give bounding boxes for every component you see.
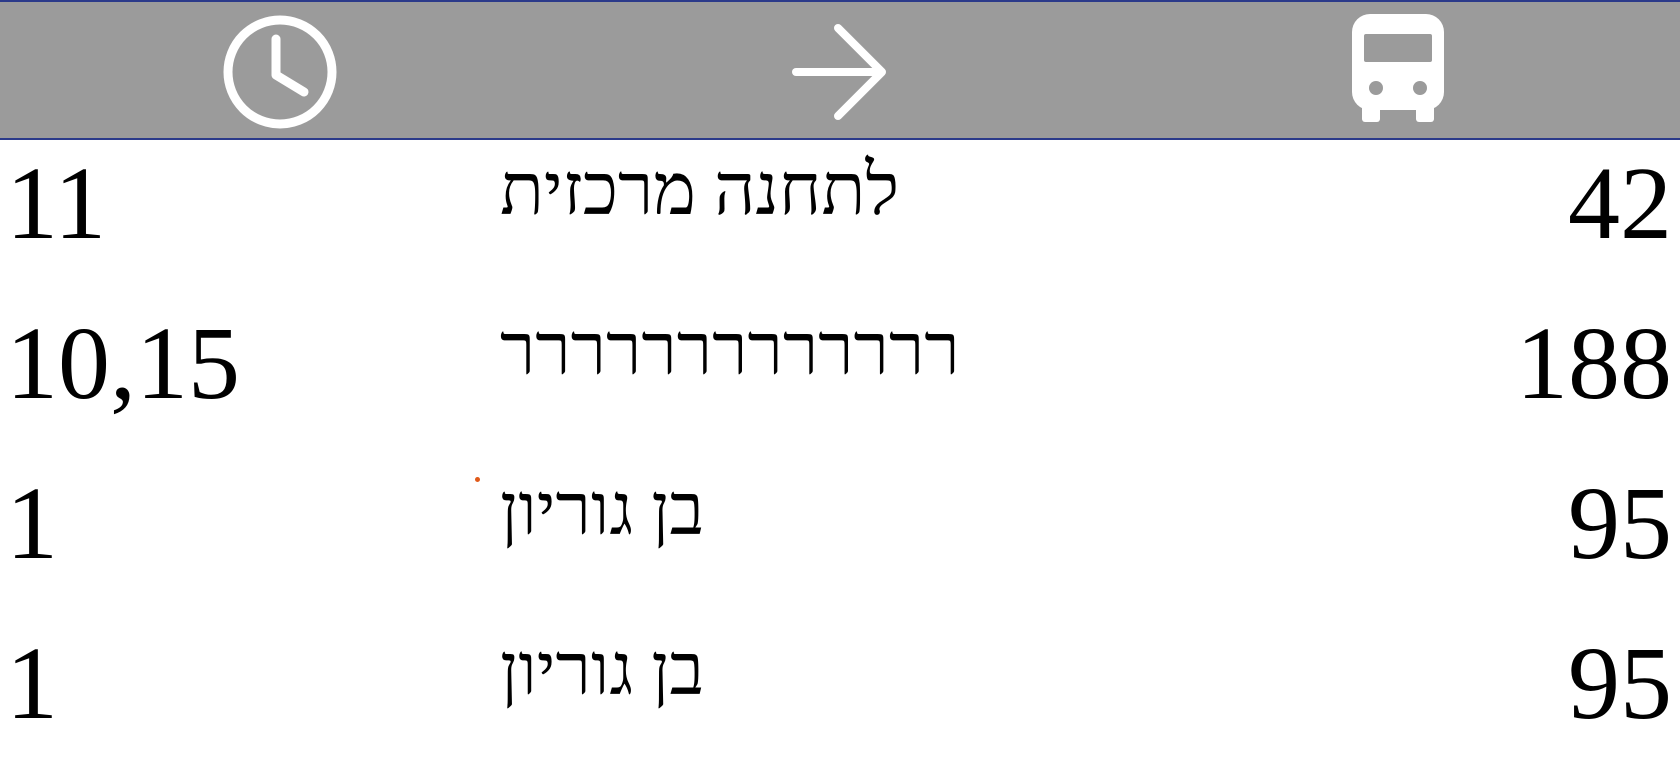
- departure-line-number: 95: [1568, 466, 1672, 581]
- departure-line-number: 95: [1568, 626, 1672, 741]
- departure-row: 10,15 ררררררררררררר 188: [0, 300, 1680, 450]
- marker-dot: [475, 477, 480, 482]
- departure-minutes: 10,15: [6, 306, 240, 421]
- departure-row: 11 לתחנה מרכזית 42: [0, 140, 1680, 290]
- departure-destination: בן גוריון: [500, 630, 705, 710]
- arrow-right-icon: [792, 12, 892, 132]
- departure-destination: בן גוריון: [500, 470, 705, 550]
- departure-minutes: 1: [6, 626, 58, 741]
- bus-icon: [1348, 12, 1448, 126]
- clock-icon: [220, 12, 340, 132]
- departure-row: 1 בן גוריון 95: [0, 620, 1680, 757]
- departure-minutes: 1: [6, 466, 58, 581]
- departure-destination: ררררררררררררר: [500, 310, 960, 390]
- departure-minutes: 11: [6, 146, 107, 261]
- departure-row: 1 בן גוריון 95: [0, 460, 1680, 610]
- departure-board: 11 לתחנה מרכזית 42 10,15 ררררררררררררר 1…: [0, 0, 1680, 757]
- departure-line-number: 188: [1516, 306, 1672, 421]
- departure-destination: לתחנה מרכזית: [500, 150, 900, 230]
- departure-line-number: 42: [1568, 146, 1672, 261]
- header-bar: [0, 0, 1680, 140]
